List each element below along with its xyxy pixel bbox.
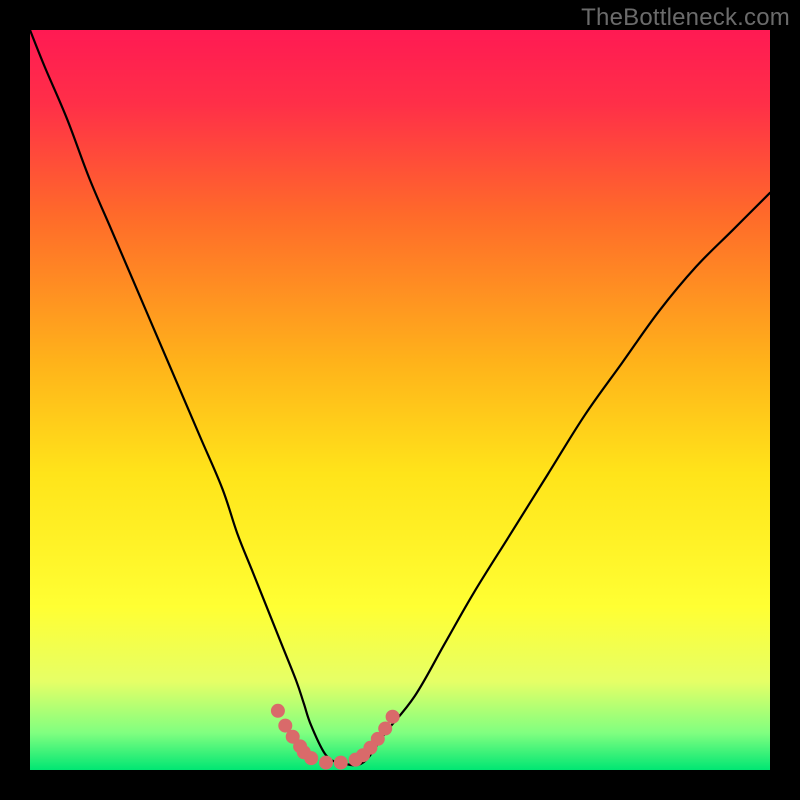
watermark-text: TheBottleneck.com xyxy=(581,4,790,32)
gradient-background xyxy=(30,30,770,770)
bottleneck-chart xyxy=(30,30,770,770)
chart-frame: TheBottleneck.com xyxy=(0,0,800,800)
